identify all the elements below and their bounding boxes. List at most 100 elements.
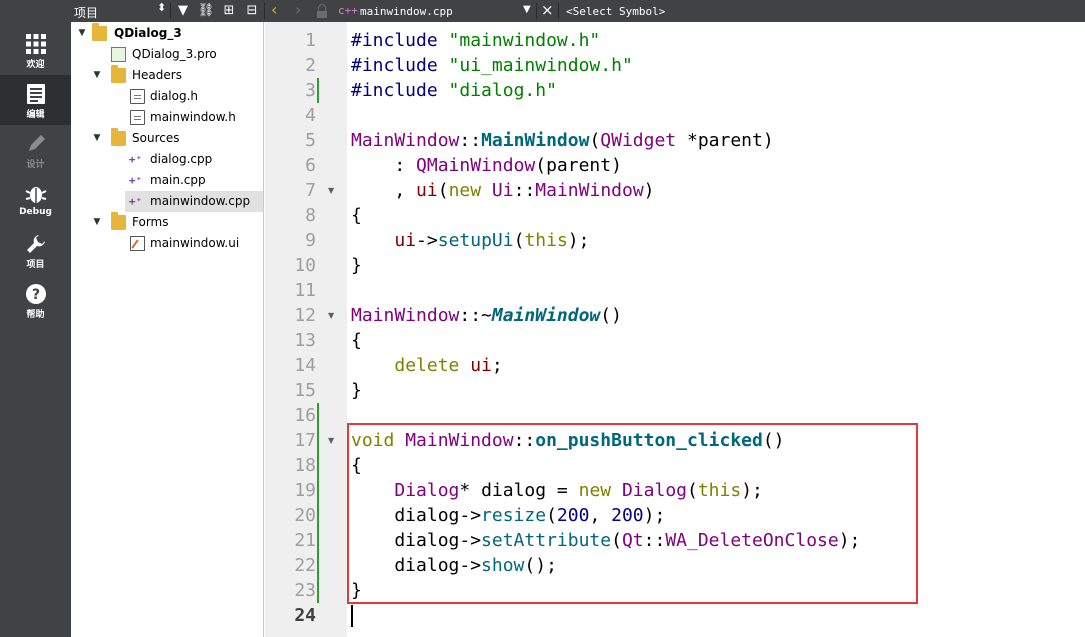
chevron-down-icon[interactable]: ▼: [92, 212, 102, 233]
code-token: ): [643, 180, 655, 201]
chevron-down-icon[interactable]: ▼: [77, 23, 87, 44]
tree-item-dialog-h[interactable]: dialog.h: [71, 86, 263, 107]
code-token: );: [567, 230, 590, 251]
project-icon: [92, 23, 107, 41]
mode-projects[interactable]: 项目: [0, 225, 71, 275]
chevron-down-icon[interactable]: ▼: [92, 128, 102, 149]
tree-item-headers[interactable]: ▼ Headers: [71, 65, 263, 86]
change-marker: [317, 78, 319, 103]
edit-icon: [26, 84, 45, 104]
code-line: #include "dialog.h": [351, 78, 557, 103]
code-token: ui: [470, 355, 492, 376]
tree-item-label: Sources: [132, 131, 180, 145]
line-number: 3: [305, 80, 316, 101]
toolbar-divider: [536, 3, 537, 19]
code-token: }: [351, 380, 362, 401]
tree-item-mainwindow-cpp[interactable]: +⁺ mainwindow.cpp: [125, 191, 263, 212]
line-number: 18: [294, 455, 316, 476]
tree-item-label: main.cpp: [150, 173, 206, 187]
chevron-updown-icon[interactable]: ⬍: [157, 1, 166, 14]
filter-icon[interactable]: ▼: [174, 2, 192, 20]
code-token: MainWindow: [351, 305, 460, 326]
code-token: (: [437, 180, 449, 201]
mode-design[interactable]: 设计: [0, 125, 71, 175]
code-token: :: [351, 155, 417, 176]
mode-help[interactable]: ? 帮助: [0, 275, 71, 325]
tree-item-mainwindow-h[interactable]: mainwindow.h: [71, 107, 263, 128]
tree-item-pro-file[interactable]: QDialog_3.pro: [71, 44, 263, 65]
fold-marker-icon[interactable]: ▼: [328, 303, 334, 328]
line-number: 21: [294, 530, 316, 551]
code-token: (parent): [535, 155, 622, 176]
code-token: ui: [394, 230, 417, 251]
line-number: 7: [305, 180, 316, 201]
forward-arrow-icon[interactable]: ›: [295, 1, 301, 19]
pro-file-icon: [111, 47, 126, 62]
code-token: (): [600, 305, 622, 326]
ui-file-icon: [130, 236, 145, 251]
chevron-down-icon[interactable]: ▼: [92, 65, 102, 86]
tree-item-main-cpp[interactable]: +⁺ main.cpp: [71, 170, 263, 191]
code-line: delete ui;: [351, 353, 503, 378]
header-file-icon: [130, 110, 145, 125]
fold-marker-icon[interactable]: ▼: [328, 178, 334, 203]
code-line: #include "ui_mainwindow.h": [351, 53, 633, 78]
project-view-selector[interactable]: 项目: [74, 4, 98, 21]
mode-sidebar: 欢迎 编辑 设计 Debug 项目 ? 帮助: [0, 22, 71, 637]
line-number: 23: [294, 580, 316, 601]
folder-icon: [111, 65, 126, 83]
code-line: }: [351, 253, 362, 278]
chevron-down-icon[interactable]: ▼: [523, 4, 531, 15]
code-token: #include: [351, 80, 449, 101]
line-number: 14: [294, 355, 316, 376]
text-caret: [351, 605, 353, 627]
toolbar-divider: [170, 3, 171, 19]
close-document-icon[interactable]: ×: [541, 1, 554, 19]
line-number: 22: [294, 555, 316, 576]
tree-item-label: QDialog_3.pro: [132, 47, 217, 61]
fold-marker-icon[interactable]: ▼: [328, 428, 334, 453]
tree-item-label: mainwindow.ui: [150, 236, 240, 250]
code-token: ,: [351, 180, 417, 201]
mode-label: 项目: [26, 260, 45, 270]
lock-icon: [317, 4, 327, 18]
line-number: 19: [294, 480, 316, 501]
code-line: , ui(new Ui::MainWindow): [351, 178, 655, 203]
line-number: 4: [305, 105, 316, 126]
tree-item-forms[interactable]: ▼ Forms: [71, 212, 263, 233]
tree-item-sources[interactable]: ▼ Sources: [71, 128, 263, 149]
code-token: ;: [491, 355, 503, 376]
tree-item-dialog-cpp[interactable]: +⁺ dialog.cpp: [71, 149, 263, 170]
tree-item-label: mainwindow.cpp: [150, 194, 251, 208]
code-token: "ui_mainwindow.h": [448, 55, 633, 76]
tree-item-mainwindow-ui[interactable]: mainwindow.ui: [71, 233, 263, 254]
close-sidebar-icon[interactable]: ⊟: [243, 2, 261, 20]
open-document-selector[interactable]: mainwindow.cpp: [360, 5, 453, 18]
folder-icon: [111, 128, 126, 146]
split-icon[interactable]: ⊞: [220, 2, 238, 20]
line-number: 17: [294, 430, 316, 451]
code-token: }: [351, 255, 362, 276]
toolbar-divider: [264, 3, 265, 19]
cpp-file-icon: c++: [338, 4, 358, 17]
mode-label: 设计: [26, 160, 45, 170]
code-token: QWidget: [600, 130, 677, 151]
back-arrow-icon[interactable]: ‹: [271, 1, 277, 19]
line-number: 6: [305, 155, 316, 176]
link-icon[interactable]: ⛓: [197, 2, 215, 20]
mode-welcome[interactable]: 欢迎: [0, 25, 71, 75]
folder-icon: [111, 212, 126, 230]
code-token: "mainwindow.h": [448, 30, 601, 51]
code-token: new: [448, 180, 492, 201]
mode-debug[interactable]: Debug: [0, 175, 71, 225]
line-number-gutter: 1 2 3 4 5 6 7 ▼ 8 9 10 11 12 ▼ 13 14 15 16 17 ▼ 18 19 20 21 22 23…: [265, 22, 347, 637]
symbol-selector[interactable]: <Select Symbol>: [566, 5, 665, 18]
header-file-icon: [130, 89, 145, 104]
pencil-icon: [28, 135, 45, 151]
tree-item-project[interactable]: ▼ QDialog_3: [71, 23, 263, 44]
mode-edit[interactable]: 编辑: [0, 75, 71, 125]
code-token: ::~: [459, 305, 492, 326]
bug-icon: [25, 187, 46, 203]
